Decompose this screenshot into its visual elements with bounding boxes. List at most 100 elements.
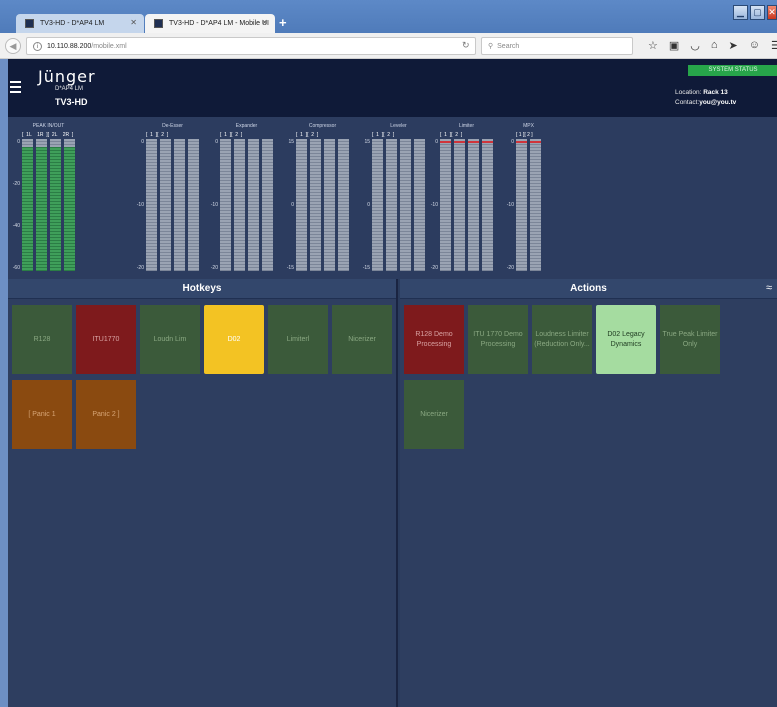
hotkeys-button[interactable]: [ Panic 1: [12, 380, 72, 449]
search-placeholder: Search: [497, 42, 520, 50]
meter-scale: 0 -10 -20: [206, 139, 218, 271]
favicon-icon: [154, 19, 163, 28]
url-host: 10.110.88.200: [47, 42, 92, 50]
contact-label: Contact:: [675, 99, 700, 106]
meter-bar: [234, 139, 245, 271]
actions-button[interactable]: D02 Legacy Dynamics: [596, 305, 656, 374]
meter-title: Expander: [235, 123, 258, 129]
app-area: Jünger D*AP4 LM TV3-HD SYSTEM STATUS Loc…: [8, 59, 777, 707]
close-window-icon[interactable]: ✕: [767, 5, 777, 20]
hotkeys-button[interactable]: Panic 2 ]: [76, 380, 136, 449]
browser-tab[interactable]: TV3-HD - D*AP4 LM ✕: [16, 14, 144, 33]
meter-scale: 15 0 -15: [358, 139, 370, 271]
reload-icon[interactable]: ↻: [462, 40, 470, 51]
model-name: D*AP4 LM: [55, 86, 84, 92]
meter-title: PEAK IN/OUT: [32, 123, 65, 129]
actions-title: Actions: [400, 279, 777, 299]
meter-bar: [468, 139, 479, 271]
url-bar[interactable]: i 10.110.88.200 /mobile.xml: [26, 37, 476, 55]
tab-label: TV3-HD - D*AP4 LM: [40, 20, 105, 27]
meter-group: Expander [ 1 ][ 2 ]: [220, 123, 273, 138]
meter-bar: [50, 139, 61, 271]
meter-bar: [188, 139, 199, 271]
actions-button[interactable]: ITU 1770 Demo Processing: [468, 305, 528, 374]
meter-scale: 0 -10 -20: [132, 139, 144, 271]
hotkeys-button[interactable]: D02: [204, 305, 264, 374]
meter-bar: [400, 139, 411, 271]
meter-title: Leveler: [390, 123, 407, 129]
meter-group: Compressor [ 1 ][ 2 ]: [296, 123, 349, 138]
hotkeys-button[interactable]: R128: [12, 305, 72, 374]
minimize-icon[interactable]: ▁: [733, 5, 748, 20]
meter-scale-label: 0: [435, 139, 438, 145]
hotkeys-button[interactable]: Loudn Lim: [140, 305, 200, 374]
meter-scale-label: 0: [141, 139, 144, 145]
meter-title: De-Esser: [162, 123, 183, 129]
meter-scale-label: 0: [17, 139, 20, 145]
star-icon[interactable]: ☆: [648, 39, 658, 52]
hotkeys-button[interactable]: ITU1770: [76, 305, 136, 374]
meter-bar: [440, 139, 451, 271]
meter-bar: [338, 139, 349, 271]
hotkeys-grid: R128 ITU1770 Loudn Lim D02 Limiterl Nicerizer…: [12, 305, 396, 449]
meter-bar: [146, 139, 157, 271]
meter-scale-label: -10: [136, 202, 144, 208]
system-status-button[interactable]: SYSTEM STATUS: [688, 65, 777, 76]
meter-channels: [ 1 ][ 2 ]: [146, 132, 169, 138]
meter-scale: 15 0 -15: [282, 139, 294, 271]
actions-grid: R128 Demo Processing ITU 1770 Demo Proces…: [404, 305, 777, 449]
meter-group: Limiter [ 1 ][ 2 ]: [440, 123, 493, 138]
collapse-expand-icon[interactable]: ≈: [766, 282, 775, 294]
meter-bar: [262, 139, 273, 271]
meter-scale-label: -10: [210, 202, 218, 208]
hamburger-menu-icon[interactable]: [10, 81, 21, 96]
back-icon[interactable]: ◀: [5, 38, 21, 54]
meter-scale-label: 0: [367, 202, 370, 208]
device-name: TV3-HD: [55, 97, 88, 107]
tab-close-icon[interactable]: ✕: [130, 18, 137, 27]
meter-bar: [454, 139, 465, 271]
app-header: Jünger D*AP4 LM TV3-HD SYSTEM STATUS Loc…: [8, 59, 777, 117]
menu-icon[interactable]: ☰: [771, 39, 777, 52]
meter-scale-label: -20: [430, 265, 438, 271]
home-icon[interactable]: ⌂: [711, 39, 718, 52]
meter-channels: [ 1 ][ 2 ]: [516, 132, 533, 138]
tab-label: TV3-HD - D*AP4 LM - Mobile UI: [169, 20, 269, 27]
meter-scale-label: -20: [136, 265, 144, 271]
meter-scale-label: -15: [362, 265, 370, 271]
meter-scale: 0 -10 -20: [502, 139, 514, 271]
chat-icon[interactable]: ☺: [749, 39, 760, 52]
browser-tab-active[interactable]: TV3-HD - D*AP4 LM - Mobile UI ✕: [145, 14, 275, 33]
meter-bar: [296, 139, 307, 271]
actions-button[interactable]: R128 Demo Processing: [404, 305, 464, 374]
maximize-icon[interactable]: ▢: [750, 5, 765, 20]
hotkeys-button[interactable]: Nicerizer: [332, 305, 392, 374]
search-input[interactable]: ⚲ Search: [481, 37, 633, 55]
contact-value: you@you.tv: [699, 99, 737, 106]
meter-bar: [174, 139, 185, 271]
actions-button[interactable]: Nicerizer: [404, 380, 464, 449]
clipboard-icon[interactable]: ▣: [669, 39, 679, 52]
hotkeys-title: Hotkeys: [8, 279, 396, 299]
info-icon[interactable]: i: [33, 41, 42, 51]
meter-scale-label: 0: [215, 139, 218, 145]
location-label: Location:: [675, 89, 702, 96]
new-tab-button[interactable]: +: [279, 15, 287, 30]
meter-bar: [220, 139, 231, 271]
meter-scale-label: -10: [430, 202, 438, 208]
meter-bar: [310, 139, 321, 271]
meter-scale-label: 15: [364, 139, 370, 145]
actions-button[interactable]: True Peak Limiter Only: [660, 305, 720, 374]
meter-scale-label: -40: [12, 223, 20, 229]
meter-group: De-Esser [ 1 ][ 2 ]: [146, 123, 199, 138]
send-icon[interactable]: ➤: [729, 39, 738, 52]
actions-button[interactable]: Loudness Limiter (Reduction Only...: [532, 305, 592, 374]
pocket-icon[interactable]: ◡: [690, 39, 700, 52]
tab-close-icon[interactable]: ✕: [261, 18, 268, 27]
meter-group: MPX [ 1 ][ 2 ]: [516, 123, 541, 138]
meter-bar: [372, 139, 383, 271]
meter-bars: [220, 139, 273, 271]
meter-bar: [248, 139, 259, 271]
meter-bar: [386, 139, 397, 271]
hotkeys-button[interactable]: Limiterl: [268, 305, 328, 374]
